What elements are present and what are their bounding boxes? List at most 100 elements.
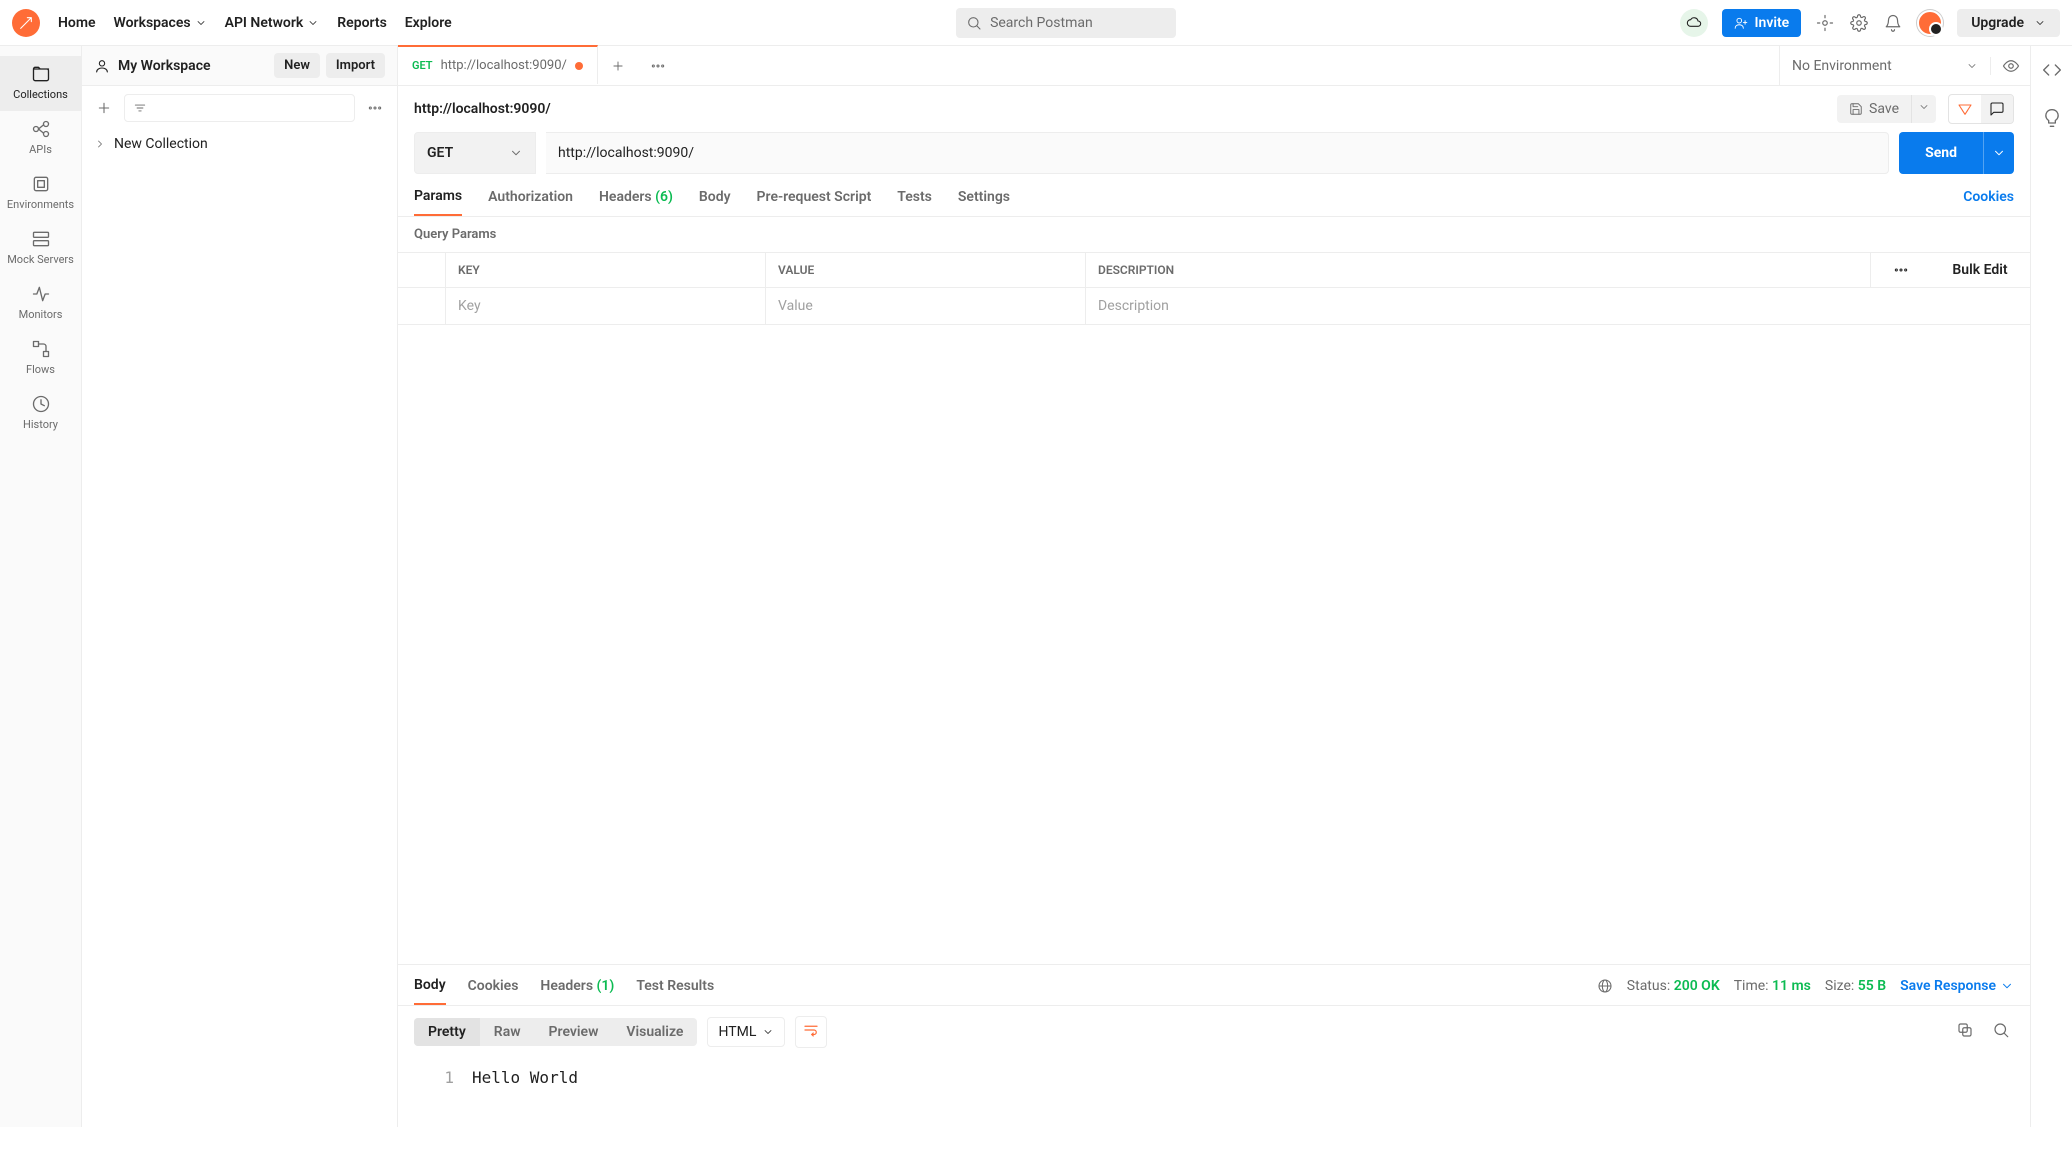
view-preview[interactable]: Preview bbox=[535, 1018, 613, 1046]
new-button[interactable]: New bbox=[274, 53, 320, 78]
nav-explore[interactable]: Explore bbox=[405, 15, 452, 31]
nav-workspaces[interactable]: Workspaces bbox=[114, 15, 207, 31]
tab-body[interactable]: Body bbox=[699, 189, 731, 215]
content-type-label: HTML bbox=[718, 1024, 756, 1040]
import-button[interactable]: Import bbox=[326, 53, 385, 78]
size-label: Size: bbox=[1825, 978, 1854, 994]
settings-icon[interactable] bbox=[1849, 13, 1869, 33]
save-button[interactable]: Save bbox=[1837, 95, 1911, 123]
search-icon bbox=[966, 15, 982, 31]
notifications-icon[interactable] bbox=[1883, 13, 1903, 33]
send-button[interactable]: Send bbox=[1899, 132, 1983, 174]
search-input[interactable]: Search Postman bbox=[956, 8, 1176, 38]
upgrade-button[interactable]: Upgrade bbox=[1957, 9, 2060, 37]
tab-more-button[interactable] bbox=[638, 46, 678, 85]
tab-params[interactable]: Params bbox=[414, 188, 462, 216]
resp-tab-headers[interactable]: Headers (1) bbox=[540, 978, 614, 1004]
collection-item[interactable]: New Collection bbox=[82, 130, 397, 158]
column-options-button[interactable] bbox=[1870, 253, 1930, 287]
tab-authorization[interactable]: Authorization bbox=[488, 189, 573, 215]
bulk-edit-button[interactable]: Bulk Edit bbox=[1930, 253, 2030, 287]
param-description-input[interactable]: Description bbox=[1086, 288, 2030, 324]
sidebar-more-button[interactable] bbox=[363, 100, 387, 116]
rail-label: Collections bbox=[13, 88, 68, 101]
postman-logo[interactable] bbox=[12, 9, 40, 37]
request-tabs: Params Authorization Headers (6) Body Pr… bbox=[398, 174, 2030, 217]
status-value: 200 OK bbox=[1674, 978, 1720, 994]
chevron-down-icon bbox=[307, 17, 319, 29]
view-pretty[interactable]: Pretty bbox=[414, 1018, 480, 1046]
chevron-down-icon bbox=[2000, 979, 2014, 993]
filter-icon bbox=[133, 101, 147, 115]
environment-select[interactable]: No Environment bbox=[1780, 58, 1990, 74]
resp-tab-body[interactable]: Body bbox=[414, 977, 446, 1005]
rail-collections[interactable]: Collections bbox=[0, 56, 81, 111]
rail-label: APIs bbox=[29, 143, 52, 156]
rail-environments[interactable]: Environments bbox=[0, 166, 81, 221]
view-visualize[interactable]: Visualize bbox=[612, 1018, 697, 1046]
code-snippet-button[interactable] bbox=[2042, 60, 2062, 84]
request-tab[interactable]: GET http://localhost:9090/ bbox=[398, 45, 598, 84]
url-value: http://localhost:9090/ bbox=[558, 145, 694, 161]
line-number: 1 bbox=[414, 1068, 454, 1087]
comments-mode-button[interactable] bbox=[1981, 95, 2013, 123]
environment-preview-button[interactable] bbox=[1990, 57, 2030, 75]
rail-mock-servers[interactable]: Mock Servers bbox=[0, 221, 81, 276]
response-view-tabs: Pretty Raw Preview Visualize bbox=[414, 1018, 697, 1046]
nav-api-network[interactable]: API Network bbox=[225, 15, 320, 31]
chevron-down-icon bbox=[1918, 101, 1930, 113]
resp-tab-testresults[interactable]: Test Results bbox=[636, 978, 714, 1004]
search-response-button[interactable] bbox=[1988, 1017, 2014, 1047]
user-plus-icon bbox=[1734, 16, 1748, 30]
response-body[interactable]: 1 Hello World bbox=[398, 1058, 2030, 1127]
sync-status-icon[interactable] bbox=[1680, 9, 1708, 37]
chevron-down-icon bbox=[1992, 146, 2006, 160]
chevron-down-icon bbox=[2034, 17, 2046, 29]
tab-prerequest[interactable]: Pre-request Script bbox=[757, 189, 872, 215]
status-label: Status: bbox=[1627, 978, 1670, 994]
tab-strip: GET http://localhost:9090/ No Environmen… bbox=[398, 46, 2030, 86]
http-method-select[interactable]: GET bbox=[414, 132, 536, 174]
globe-icon[interactable] bbox=[1597, 978, 1613, 994]
add-collection-button[interactable] bbox=[92, 96, 116, 120]
param-value-input[interactable]: Value bbox=[766, 288, 1086, 324]
builder-mode-button[interactable] bbox=[1949, 95, 1981, 123]
view-raw[interactable]: Raw bbox=[480, 1018, 535, 1046]
resp-tab-cookies[interactable]: Cookies bbox=[468, 978, 519, 1004]
tab-headers[interactable]: Headers (6) bbox=[599, 189, 673, 215]
param-key-input[interactable]: Key bbox=[446, 288, 766, 324]
wrap-lines-button[interactable] bbox=[795, 1016, 827, 1048]
tab-tests[interactable]: Tests bbox=[897, 189, 932, 215]
rail-monitors[interactable]: Monitors bbox=[0, 276, 81, 331]
tab-settings[interactable]: Settings bbox=[958, 189, 1010, 215]
nav-reports[interactable]: Reports bbox=[337, 15, 387, 31]
tab-title-label: http://localhost:9090/ bbox=[441, 58, 567, 73]
time-value: 11 ms bbox=[1772, 978, 1811, 994]
cookies-link[interactable]: Cookies bbox=[1963, 189, 2014, 215]
user-avatar[interactable] bbox=[1917, 10, 1943, 36]
save-dropdown[interactable] bbox=[1911, 95, 1936, 123]
rail-label: Mock Servers bbox=[7, 253, 74, 266]
tips-button[interactable] bbox=[2042, 108, 2062, 132]
workspace-name[interactable]: My Workspace bbox=[94, 58, 211, 74]
line-text: Hello World bbox=[472, 1068, 578, 1087]
url-input[interactable]: http://localhost:9090/ bbox=[546, 132, 1889, 174]
copy-response-button[interactable] bbox=[1952, 1017, 1978, 1047]
left-rail: Collections APIs Environments Mock Serve… bbox=[0, 46, 82, 1127]
top-nav: Home Workspaces API Network Reports Expl… bbox=[0, 0, 2072, 46]
response-panel: Body Cookies Headers (1) Test Results St… bbox=[398, 964, 2030, 1127]
request-title: http://localhost:9090/ bbox=[414, 101, 551, 117]
content-type-select[interactable]: HTML bbox=[707, 1017, 785, 1047]
send-dropdown[interactable] bbox=[1983, 132, 2014, 174]
invite-button[interactable]: Invite bbox=[1722, 9, 1801, 37]
rail-history[interactable]: History bbox=[0, 386, 81, 441]
rail-flows[interactable]: Flows bbox=[0, 331, 81, 386]
invite-label: Invite bbox=[1754, 15, 1789, 31]
nav-home[interactable]: Home bbox=[58, 15, 96, 31]
capture-icon[interactable] bbox=[1815, 13, 1835, 33]
save-response-button[interactable]: Save Response bbox=[1900, 978, 2014, 994]
params-empty-row[interactable]: Key Value Description bbox=[398, 288, 2030, 325]
filter-input[interactable] bbox=[124, 94, 355, 122]
rail-apis[interactable]: APIs bbox=[0, 111, 81, 166]
new-tab-button[interactable] bbox=[598, 46, 638, 85]
